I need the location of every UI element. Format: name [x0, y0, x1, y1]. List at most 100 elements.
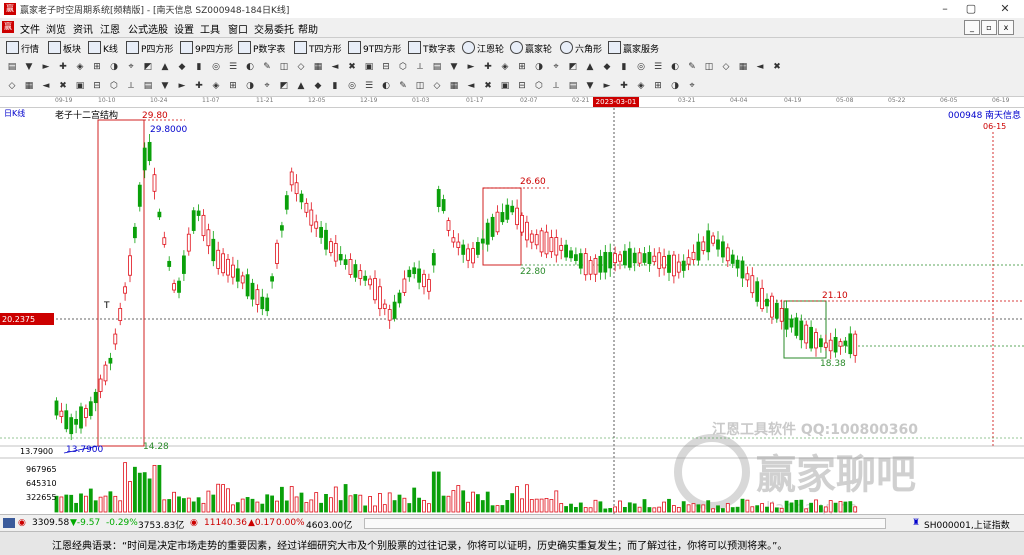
menu-help[interactable]: 帮助 [298, 21, 318, 36]
analysis-tool-34-icon[interactable]: ▤ [567, 80, 579, 92]
analysis-tool-14-icon[interactable]: ⊞ [227, 80, 239, 92]
tb-t-square-button[interactable]: T四方形 [294, 41, 342, 55]
draw-tool-40-icon[interactable]: ◐ [669, 61, 681, 73]
draw-tool-37-icon[interactable]: ▮ [618, 61, 630, 73]
index-table-icon[interactable] [3, 518, 15, 528]
analysis-tool-30-icon[interactable]: ▣ [499, 80, 511, 92]
draw-tool-6-icon[interactable]: ⊞ [91, 61, 103, 73]
analysis-tool-26-icon[interactable]: ◇ [431, 80, 443, 92]
draw-tool-16-icon[interactable]: ✎ [261, 61, 273, 73]
analysis-tool-8-icon[interactable]: ⟂ [125, 80, 137, 92]
analysis-tool-3-icon[interactable]: ◄ [40, 80, 52, 92]
draw-tool-2-icon[interactable]: ▼ [23, 61, 35, 73]
menu-window[interactable]: 窗口 [228, 21, 248, 36]
analysis-tool-1-icon[interactable]: ◇ [6, 80, 18, 92]
analysis-tool-32-icon[interactable]: ⬡ [533, 80, 545, 92]
tb-sector-button[interactable]: 板块 [48, 41, 81, 55]
draw-tool-44-icon[interactable]: ▦ [737, 61, 749, 73]
draw-tool-7-icon[interactable]: ◑ [108, 61, 120, 73]
tb-t-number-button[interactable]: T数字表 [408, 41, 456, 55]
draw-tool-26-icon[interactable]: ▤ [431, 61, 443, 73]
draw-tool-17-icon[interactable]: ◫ [278, 61, 290, 73]
tb-winner-wheel-button[interactable]: 赢家轮 [510, 41, 552, 55]
draw-tool-13-icon[interactable]: ◎ [210, 61, 222, 73]
mdi-close-button[interactable]: x [998, 20, 1014, 35]
tb-9t-square-button[interactable]: 9T四方形 [348, 41, 401, 55]
tb-9p-square-button[interactable]: 9P四方形 [180, 41, 233, 55]
analysis-tool-41-icon[interactable]: ⌖ [686, 80, 698, 92]
analysis-tool-17-icon[interactable]: ◩ [278, 80, 290, 92]
tb-kline-button[interactable]: K线 [88, 41, 118, 55]
draw-tool-43-icon[interactable]: ◇ [720, 61, 732, 73]
draw-tool-11-icon[interactable]: ◆ [176, 61, 188, 73]
draw-tool-5-icon[interactable]: ◈ [74, 61, 86, 73]
analysis-tool-6-icon[interactable]: ⊟ [91, 80, 103, 92]
menu-settings[interactable]: 设置 [174, 21, 194, 36]
analysis-tool-31-icon[interactable]: ⊟ [516, 80, 528, 92]
analysis-tool-33-icon[interactable]: ⟂ [550, 80, 562, 92]
draw-tool-22-icon[interactable]: ▣ [363, 61, 375, 73]
analysis-tool-22-icon[interactable]: ☰ [363, 80, 375, 92]
analysis-tool-18-icon[interactable]: ▲ [295, 80, 307, 92]
analysis-tool-28-icon[interactable]: ◄ [465, 80, 477, 92]
menu-browse[interactable]: 浏览 [46, 21, 66, 36]
analysis-tool-35-icon[interactable]: ▼ [584, 80, 596, 92]
analysis-tool-15-icon[interactable]: ◑ [244, 80, 256, 92]
draw-tool-8-icon[interactable]: ⌖ [125, 61, 137, 73]
close-button[interactable]: ✕ [994, 1, 1016, 17]
analysis-tool-16-icon[interactable]: ⌖ [261, 80, 273, 92]
status-right-label[interactable]: SH000001,上证指数 [924, 518, 1010, 531]
draw-tool-12-icon[interactable]: ▮ [193, 61, 205, 73]
menu-gann[interactable]: 江恩 [100, 21, 120, 36]
analysis-tool-40-icon[interactable]: ◑ [669, 80, 681, 92]
draw-tool-18-icon[interactable]: ◇ [295, 61, 307, 73]
draw-tool-31-icon[interactable]: ⊞ [516, 61, 528, 73]
draw-tool-19-icon[interactable]: ▦ [312, 61, 324, 73]
analysis-tool-29-icon[interactable]: ✖ [482, 80, 494, 92]
draw-tool-46-icon[interactable]: ✖ [771, 61, 783, 73]
tb-service-button[interactable]: 赢家服务 [608, 41, 659, 55]
kline-chart[interactable]: 江恩工具软件 QQ:100800360 赢家聊吧 liaoba.yj.cn 日K… [0, 108, 1024, 514]
draw-tool-28-icon[interactable]: ► [465, 61, 477, 73]
draw-tool-10-icon[interactable]: ▲ [159, 61, 171, 73]
menu-tools[interactable]: 工具 [200, 21, 220, 36]
analysis-tool-19-icon[interactable]: ◆ [312, 80, 324, 92]
draw-tool-9-icon[interactable]: ◩ [142, 61, 154, 73]
draw-tool-42-icon[interactable]: ◫ [703, 61, 715, 73]
draw-tool-25-icon[interactable]: ⟂ [414, 61, 426, 73]
analysis-tool-5-icon[interactable]: ▣ [74, 80, 86, 92]
status-scrollbar[interactable] [364, 518, 886, 529]
analysis-tool-9-icon[interactable]: ▤ [142, 80, 154, 92]
analysis-tool-2-icon[interactable]: ▦ [23, 80, 35, 92]
analysis-tool-38-icon[interactable]: ◈ [635, 80, 647, 92]
draw-tool-4-icon[interactable]: ✚ [57, 61, 69, 73]
analysis-tool-37-icon[interactable]: ✚ [618, 80, 630, 92]
analysis-tool-39-icon[interactable]: ⊞ [652, 80, 664, 92]
minimize-button[interactable]: – [934, 1, 956, 17]
draw-tool-39-icon[interactable]: ☰ [652, 61, 664, 73]
draw-tool-33-icon[interactable]: ⌖ [550, 61, 562, 73]
draw-tool-36-icon[interactable]: ◆ [601, 61, 613, 73]
mdi-restore-button[interactable]: ▫ [981, 20, 997, 35]
analysis-tool-25-icon[interactable]: ◫ [414, 80, 426, 92]
draw-tool-21-icon[interactable]: ✖ [346, 61, 358, 73]
menu-trade[interactable]: 交易委托 [254, 21, 294, 36]
draw-tool-32-icon[interactable]: ◑ [533, 61, 545, 73]
draw-tool-20-icon[interactable]: ◄ [329, 61, 341, 73]
draw-tool-27-icon[interactable]: ▼ [448, 61, 460, 73]
draw-tool-24-icon[interactable]: ⬡ [397, 61, 409, 73]
draw-tool-23-icon[interactable]: ⊟ [380, 61, 392, 73]
analysis-tool-7-icon[interactable]: ⬡ [108, 80, 120, 92]
analysis-tool-10-icon[interactable]: ▼ [159, 80, 171, 92]
menu-file[interactable]: 文件 [20, 21, 40, 36]
draw-tool-38-icon[interactable]: ◎ [635, 61, 647, 73]
analysis-tool-11-icon[interactable]: ► [176, 80, 188, 92]
analysis-tool-23-icon[interactable]: ◐ [380, 80, 392, 92]
tb-p-square-button[interactable]: P四方形 [126, 41, 173, 55]
tb-hexagon-button[interactable]: 六角形 [560, 41, 602, 55]
analysis-tool-27-icon[interactable]: ▦ [448, 80, 460, 92]
maximize-button[interactable]: ▢ [960, 1, 982, 17]
draw-tool-14-icon[interactable]: ☰ [227, 61, 239, 73]
draw-tool-29-icon[interactable]: ✚ [482, 61, 494, 73]
draw-tool-3-icon[interactable]: ► [40, 61, 52, 73]
